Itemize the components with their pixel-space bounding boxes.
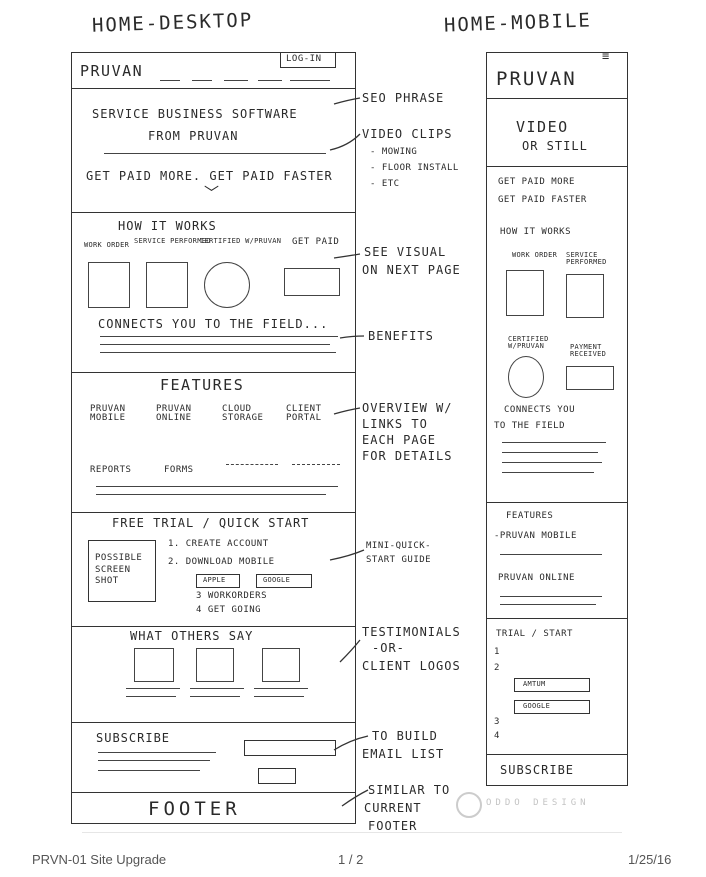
text-line: [500, 596, 602, 597]
annotation-testimonials: -OR-: [372, 641, 405, 655]
mobile-trial-step: 2: [494, 663, 500, 673]
mobile-tagline: GET PAID MORE: [498, 177, 575, 187]
annotation-testimonials: CLIENT LOGOS: [362, 659, 461, 673]
mobile-tagline: GET PAID FASTER: [498, 195, 587, 205]
mobile-frame: [486, 52, 628, 786]
annotation-overview: OVERVIEW W/: [362, 401, 453, 415]
mobile-service-image: [566, 274, 604, 318]
text-line: [502, 452, 598, 453]
mobile-subscribe: SUBSCRIBE: [500, 763, 575, 777]
doc-title: PRVN-01 Site Upgrade: [32, 852, 167, 867]
annotation-similar: SIMILAR TO: [368, 783, 451, 797]
divider: [486, 166, 628, 167]
text-line: [502, 442, 606, 443]
mobile-step: WORK ORDER: [512, 251, 558, 259]
mobile-step: SERVICE PERFORMED: [566, 251, 607, 266]
annotation-overview: LINKS TO: [362, 417, 428, 431]
divider: [486, 98, 628, 99]
mobile-feature-link[interactable]: PRUVAN ONLINE: [498, 574, 575, 583]
mobile-payment-image: [566, 366, 614, 390]
mobile-trial-title: TRIAL / START: [496, 629, 573, 639]
mobile-video: OR STILL: [522, 139, 588, 153]
mobile-certified-image: [508, 356, 544, 398]
mobile-video: VIDEO: [516, 118, 569, 136]
annotation-email: EMAIL LIST: [362, 747, 445, 761]
hamburger-icon[interactable]: ≡: [602, 50, 610, 62]
mobile-step: CERTIFIED W/PRUVAN: [508, 335, 549, 350]
annotation-video-item: - FLOOR INSTALL: [370, 163, 459, 173]
text-line: [502, 462, 602, 463]
mobile-trial-step: 1: [494, 647, 500, 657]
annotation-mini: MINI-QUICK-: [366, 541, 432, 551]
mobile-how-title: HOW IT WORKS: [500, 227, 572, 237]
annotation-video-item: - ETC: [370, 179, 400, 189]
watermark: ODDO DESIGN: [486, 798, 590, 808]
mobile-apple-label: AMTUM: [523, 680, 546, 688]
annotation-similar: FOOTER: [368, 819, 418, 833]
page-number: 1 / 2: [338, 852, 364, 867]
annotation-video-item: - MOWING: [370, 147, 418, 157]
mobile-google-button[interactable]: GOOGLE: [514, 700, 590, 714]
annotation-benefits: BENEFITS: [368, 329, 434, 343]
annotation-visual: ON NEXT PAGE: [362, 263, 461, 277]
mobile-trial-step: 4: [494, 731, 500, 741]
oddo-logo-icon: [456, 792, 482, 818]
mobile-work-order-image: [506, 270, 544, 316]
divider: [486, 502, 628, 503]
footer-divider: [82, 832, 622, 833]
annotation-overview: EACH PAGE: [362, 433, 437, 447]
annotation-visual: SEE VISUAL: [364, 245, 447, 259]
text-line: [502, 472, 594, 473]
mobile-features-title: FEATURES: [506, 511, 554, 521]
mobile-trial-step: 3: [494, 717, 500, 727]
annotation-video: VIDEO CLIPS: [362, 127, 453, 141]
annotation-email: TO BUILD: [372, 729, 438, 743]
mobile-google-label: GOOGLE: [523, 702, 551, 710]
divider: [486, 618, 628, 619]
mobile-apple-button[interactable]: AMTUM: [514, 678, 590, 692]
mobile-feature-link[interactable]: -PRUVAN MOBILE: [494, 532, 577, 541]
annotation-testimonials: TESTIMONIALS: [362, 625, 461, 639]
annotation-seo: SEO PHRASE: [362, 91, 445, 105]
divider: [486, 754, 628, 755]
annotation-similar: CURRENT: [364, 801, 422, 815]
annotation-mini: START GUIDE: [366, 555, 432, 565]
mobile-step: PAYMENT RECEIVED: [570, 343, 607, 358]
text-line: [500, 604, 596, 605]
mobile-connects: CONNECTS YOU: [504, 405, 576, 415]
mobile-connects: TO THE FIELD: [494, 421, 566, 431]
text-line: [500, 554, 602, 555]
doc-date: 1/25/16: [628, 852, 672, 867]
mobile-logo[interactable]: PRUVAN: [496, 70, 577, 89]
annotation-overview: FOR DETAILS: [362, 449, 453, 463]
